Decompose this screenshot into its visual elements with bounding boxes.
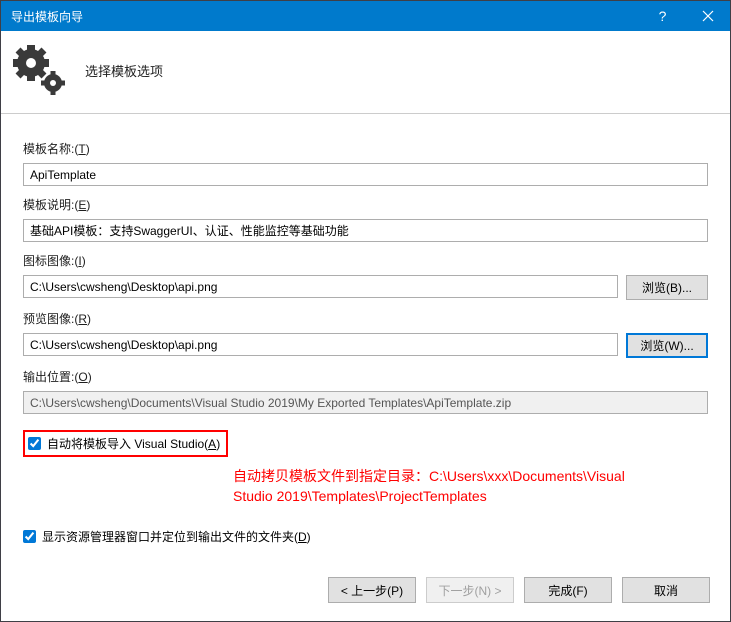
wizard-step-title: 选择模板选项: [85, 61, 163, 80]
template-desc-label: 模板说明:(E): [23, 196, 708, 213]
output-location-label: 输出位置:(O): [23, 368, 708, 385]
auto-import-label: 自动将模板导入 Visual Studio(A): [47, 435, 220, 452]
template-name-label: 模板名称:(T): [23, 140, 708, 157]
icon-image-label: 图标图像:(I): [23, 252, 708, 269]
gear-icon: [13, 45, 69, 95]
previous-button[interactable]: < 上一步(P): [328, 577, 416, 603]
show-explorer-checkbox[interactable]: [23, 530, 36, 543]
annotation-text: 自动拷贝模板文件到指定目录：C:\Users\xxx\Documents\Vis…: [23, 467, 708, 506]
show-explorer-label: 显示资源管理器窗口并定位到输出文件的文件夹(D): [42, 528, 311, 545]
auto-import-checkbox[interactable]: [28, 437, 41, 450]
close-icon: [702, 10, 714, 22]
titlebar: 导出模板向导 ?: [1, 1, 730, 31]
window-controls: ?: [640, 1, 730, 31]
wizard-header: 选择模板选项: [1, 31, 730, 114]
wizard-content: 模板名称:(T) 模板说明:(E) 图标图像:(I) 浏览(B)... 预览图像…: [1, 114, 730, 565]
annotation-highlight-box: 自动将模板导入 Visual Studio(A): [23, 430, 228, 457]
template-name-input[interactable]: [23, 163, 708, 186]
dialog-window: 导出模板向导 ?: [0, 0, 731, 622]
icon-image-input[interactable]: [23, 275, 618, 298]
window-title: 导出模板向导: [11, 8, 640, 25]
preview-image-label: 预览图像:(R): [23, 310, 708, 327]
close-button[interactable]: [685, 1, 730, 31]
next-button: 下一步(N) >: [426, 577, 514, 603]
help-button[interactable]: ?: [640, 1, 685, 31]
cancel-button[interactable]: 取消: [622, 577, 710, 603]
finish-button[interactable]: 完成(F): [524, 577, 612, 603]
icon-browse-button[interactable]: 浏览(B)...: [626, 275, 708, 300]
preview-image-input[interactable]: [23, 333, 618, 356]
preview-browse-button[interactable]: 浏览(W)...: [626, 333, 708, 358]
wizard-footer: < 上一步(P) 下一步(N) > 完成(F) 取消: [1, 565, 730, 621]
template-desc-input[interactable]: [23, 219, 708, 242]
output-location-field: C:\Users\cwsheng\Documents\Visual Studio…: [23, 391, 708, 414]
